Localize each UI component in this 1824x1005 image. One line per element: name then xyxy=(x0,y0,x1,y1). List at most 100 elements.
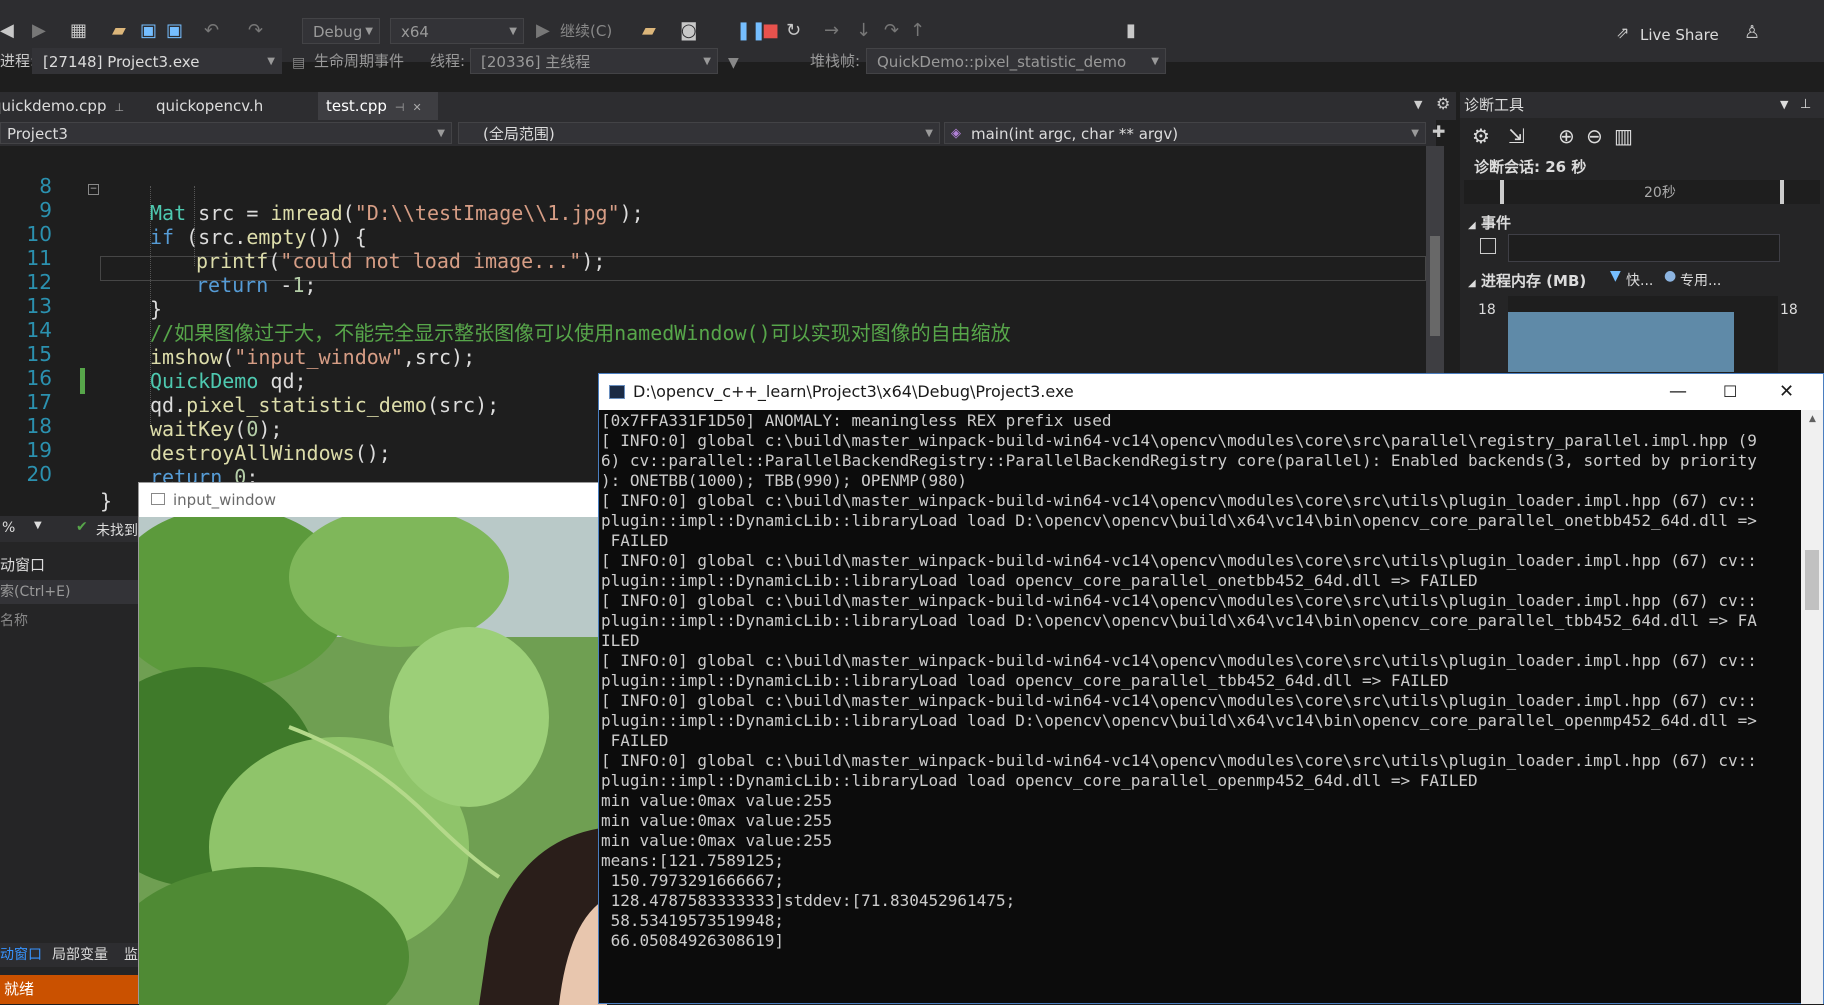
console-line: min value:0max value:255 xyxy=(601,831,833,850)
events-section[interactable]: ◢ 事件 xyxy=(1468,212,1511,233)
step-out-icon[interactable]: ↑ xyxy=(910,22,925,40)
timeline-handle-left[interactable] xyxy=(1500,180,1504,204)
member-select[interactable]: ◈ main(int argc, char ** argv) ▼ xyxy=(944,122,1426,144)
open-folder-icon[interactable]: ▰ xyxy=(112,22,126,40)
no-issues-label: 未找到 xyxy=(96,523,138,539)
reset-zoom-icon[interactable]: ▥ xyxy=(1614,124,1633,148)
pin-icon[interactable]: ⊥ xyxy=(114,101,124,114)
panel-menu-icon[interactable]: ▼ xyxy=(1780,92,1788,118)
code-text: } xyxy=(100,489,113,513)
configuration-select[interactable]: Debug ▼ xyxy=(302,18,380,44)
filter-icon[interactable]: ▼ xyxy=(728,54,739,72)
diagnostic-tools-title: 诊断工具 ▼ ⊥ xyxy=(1460,92,1824,118)
pin-icon[interactable]: ⊥ xyxy=(1800,92,1811,118)
restart-icon[interactable]: ↻ xyxy=(786,22,801,40)
undo-icon[interactable]: ↶ xyxy=(204,22,219,40)
process-select[interactable]: [27148] Project3.exe ▼ xyxy=(32,48,282,74)
thread-select[interactable]: [20336] 主线程 ▼ xyxy=(470,48,718,74)
split-editor-icon[interactable]: ✚ xyxy=(1432,122,1445,141)
code-line: 15 QuickDemo qd; xyxy=(0,314,307,393)
scrollbar-thumb[interactable] xyxy=(1805,550,1819,610)
console-line: min value:0max value:255 xyxy=(601,791,833,810)
code-line: 16 qd.pixel_statistic_demo(src); xyxy=(0,338,500,417)
console-window[interactable]: D:\opencv_c++_learn\Project3\x64\Debug\P… xyxy=(598,373,1824,1004)
search-input[interactable]: 索(Ctrl+E) xyxy=(0,580,138,604)
step-over-icon[interactable]: ↷ xyxy=(884,22,899,40)
input-window-titlebar[interactable]: input_window xyxy=(139,483,607,517)
timeline-ruler[interactable]: 20秒 xyxy=(1464,180,1820,204)
tab-test-cpp[interactable]: test.cpp ⊣ ✕ xyxy=(318,92,438,120)
save-icon[interactable]: ▣ xyxy=(140,22,157,40)
code-text: QuickDemo qd; xyxy=(150,369,307,393)
zoom-level[interactable]: % xyxy=(2,520,15,536)
timeline-handle-right[interactable] xyxy=(1780,180,1784,204)
settings-icon[interactable]: ⚙ xyxy=(1436,94,1450,113)
bookmark-icon[interactable]: ▮ xyxy=(1126,22,1136,40)
tab-overflow-icon[interactable]: ▼ xyxy=(1414,98,1422,111)
step-into-icon[interactable]: ↓ xyxy=(856,22,871,40)
minimize-icon[interactable]: — xyxy=(1669,374,1687,410)
close-icon[interactable]: ✕ xyxy=(412,101,421,114)
memory-section[interactable]: ◢ 进程内存 (MB) xyxy=(1468,270,1586,291)
tab-quickdemo-cpp[interactable]: quickdemo.cpp ⊥ xyxy=(0,92,132,120)
zoom-in-icon[interactable]: ⊕ xyxy=(1558,124,1575,148)
code-text: Mat src = imread("D:\\testImage\\1.jpg")… xyxy=(150,201,644,225)
method-icon: ◈ xyxy=(951,126,961,141)
console-line: plugin::impl::DynamicLib::libraryLoad lo… xyxy=(601,711,1757,730)
forward-icon[interactable]: ▶ xyxy=(32,22,46,40)
timeline-label: 20秒 xyxy=(1644,185,1676,201)
tab-label: quickdemo.cpp xyxy=(0,97,107,115)
code-text: return -1; xyxy=(196,273,317,297)
name-column-header[interactable]: 名称 xyxy=(0,610,28,630)
code-line: 17 waitKey(0); xyxy=(0,362,283,441)
tab-quickopencv-h[interactable]: quickopencv.h xyxy=(148,92,271,120)
lifecycle-events-button[interactable]: 生命周期事件 xyxy=(314,48,404,74)
scroll-up-icon[interactable]: ▲ xyxy=(1809,414,1816,424)
project-select[interactable]: Project3 ▼ xyxy=(0,122,452,144)
live-share-button[interactable]: Live Share xyxy=(1640,22,1719,48)
collapse-icon[interactable]: − xyxy=(88,184,99,195)
diag-toolbar: ⚙ ⇲ ⊕ ⊖ ▥ xyxy=(1460,122,1824,152)
settings-icon[interactable]: ⚙ xyxy=(1472,124,1490,148)
play-icon[interactable]: ▶ xyxy=(536,22,550,40)
tab-watch[interactable]: 监 xyxy=(124,943,138,967)
feedback-icon[interactable]: ♙ xyxy=(1744,24,1760,42)
legend-private-marker-icon: ● xyxy=(1664,268,1677,284)
stackframe-select[interactable]: QuickDemo::pixel_statistic_demo ▼ xyxy=(866,48,1166,74)
scope-select[interactable]: (全局范围) ▼ xyxy=(458,122,940,144)
live-share-icon[interactable]: ⇗ xyxy=(1616,24,1629,42)
save-all-icon[interactable]: ▣ xyxy=(166,22,183,40)
console-titlebar[interactable]: D:\opencv_c++_learn\Project3\x64\Debug\P… xyxy=(599,374,1823,410)
redo-icon[interactable]: ↷ xyxy=(248,22,263,40)
stop-icon[interactable]: ■ xyxy=(762,22,779,40)
close-icon[interactable]: ✕ xyxy=(1779,374,1794,410)
events-pause-icon[interactable] xyxy=(1480,238,1496,254)
platform-select[interactable]: x64 ▼ xyxy=(390,18,524,44)
input-window[interactable]: input_window xyxy=(138,482,608,1005)
chevron-down-icon[interactable]: ▼ xyxy=(34,520,42,531)
console-line: plugin::impl::DynamicLib::libraryLoad lo… xyxy=(601,671,1449,690)
panel-title: 诊断工具 xyxy=(1464,96,1525,114)
maximize-icon[interactable]: ☐ xyxy=(1723,374,1737,410)
console-line: [ INFO:0] global c:\build\master_winpack… xyxy=(601,551,1757,570)
console-line: [ INFO:0] global c:\build\master_winpack… xyxy=(601,591,1757,610)
tab-autos[interactable]: 动窗口 xyxy=(0,943,42,967)
zoom-out-icon[interactable]: ⊖ xyxy=(1586,124,1603,148)
tab-locals[interactable]: 局部变量 xyxy=(52,943,108,967)
console-line: plugin::impl::DynamicLib::libraryLoad lo… xyxy=(601,571,1478,590)
show-next-statement-icon[interactable]: → xyxy=(824,22,839,40)
console-line: [ INFO:0] global c:\build\master_winpack… xyxy=(601,431,1757,450)
pin-icon[interactable]: ⊣ xyxy=(395,101,405,114)
back-icon[interactable]: ◀ xyxy=(0,22,14,40)
change-marker xyxy=(80,368,85,394)
screenshot-icon[interactable]: ◙ xyxy=(680,22,697,40)
console-scrollbar[interactable]: ▲ xyxy=(1801,410,1823,1004)
solution-folder-icon[interactable]: ▰ xyxy=(642,22,656,40)
console-output[interactable]: [0x7FFA331F1D50] ANOMALY: meaningless RE… xyxy=(599,410,1801,1004)
continue-button[interactable]: 继续(C) xyxy=(560,18,612,44)
memory-axis-max: 18 xyxy=(1478,302,1496,318)
export-icon[interactable]: ⇲ xyxy=(1508,124,1525,148)
scrollbar-thumb[interactable] xyxy=(1430,236,1440,336)
new-project-icon[interactable]: ▦ xyxy=(70,22,87,40)
console-line: [ INFO:0] global c:\build\master_winpack… xyxy=(601,491,1757,510)
